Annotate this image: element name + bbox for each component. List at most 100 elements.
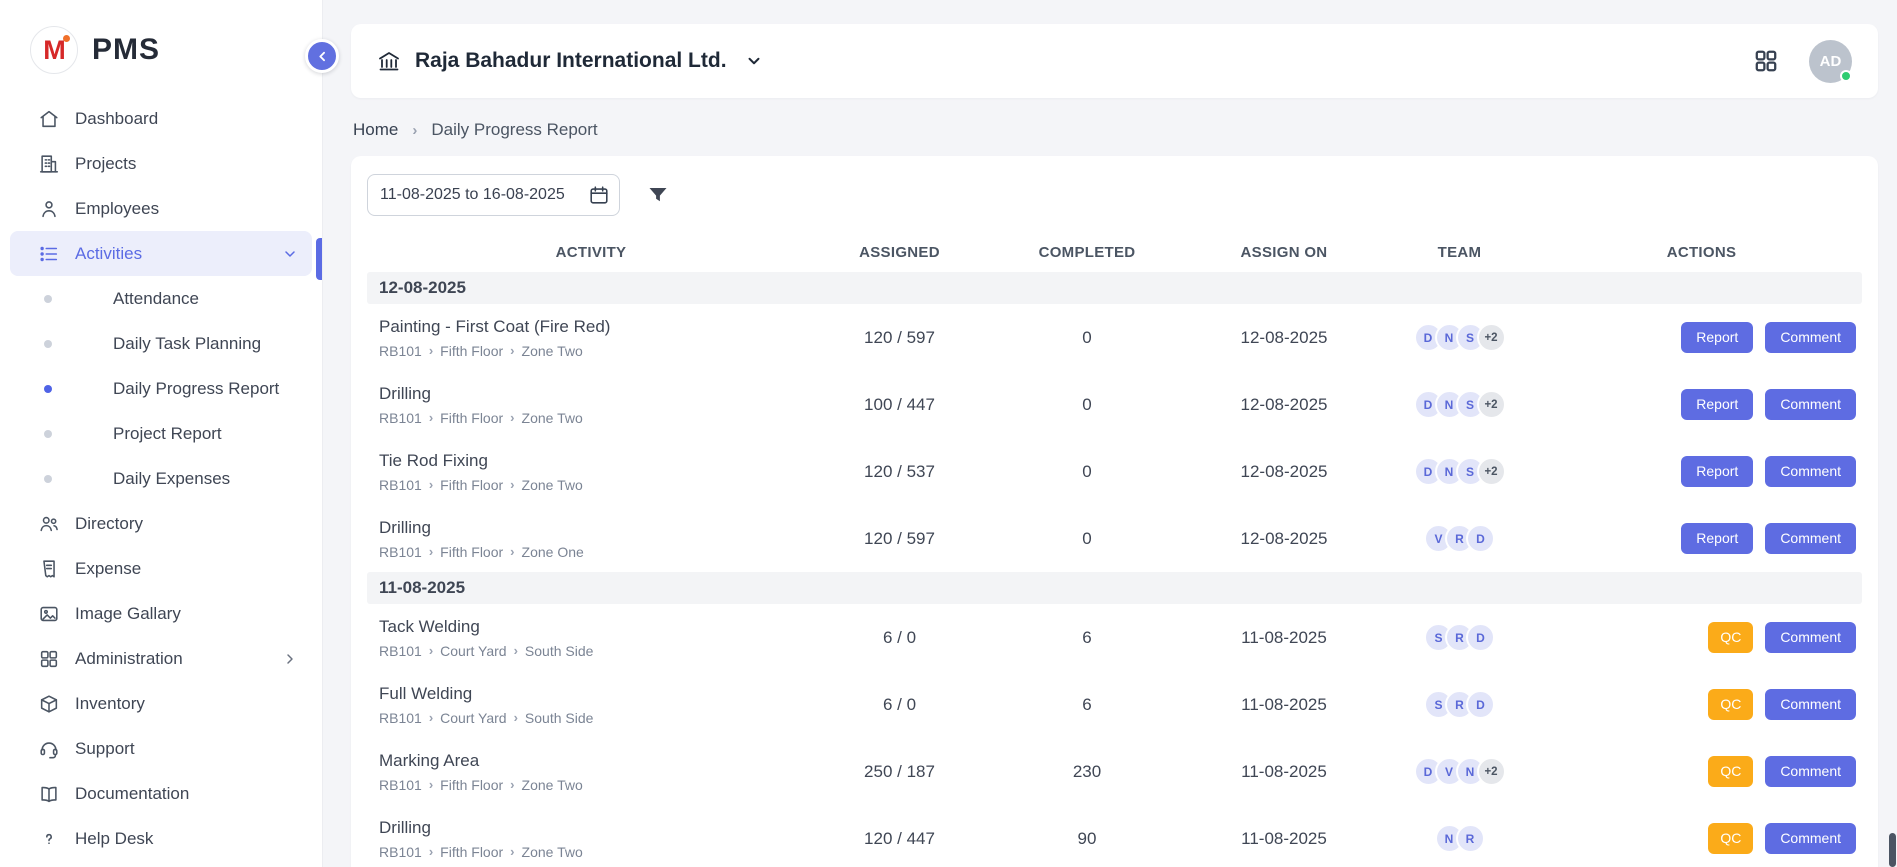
activity-title: Tie Rod Fixing	[379, 451, 815, 471]
sidebar-nav: Dashboard Projects Employees Activities …	[0, 96, 322, 861]
sidebar-item-administration[interactable]: Administration	[10, 636, 312, 681]
sidebar-collapse-button[interactable]	[305, 39, 339, 73]
comment-button[interactable]: Comment	[1765, 823, 1856, 854]
actions-cell: QC Comment	[1541, 622, 1862, 653]
actions-cell: QC Comment	[1541, 689, 1862, 720]
user-avatar[interactable]: AD	[1809, 40, 1852, 83]
date-group-header: 11-08-2025	[367, 572, 1862, 604]
calendar-icon[interactable]	[588, 184, 610, 206]
path-segment: Fifth Floor	[440, 844, 503, 860]
activity-path: RB101›Fifth Floor›Zone One	[379, 544, 815, 560]
sidebar-subitem-attendance[interactable]: Attendance	[10, 276, 312, 321]
actions-cell: Report Comment	[1541, 322, 1862, 353]
avatar-initials: AD	[1820, 53, 1842, 70]
path-segment: Zone One	[522, 544, 584, 560]
qc-button[interactable]: QC	[1708, 689, 1753, 720]
team-avatar[interactable]: D	[1466, 524, 1495, 553]
group-date: 12-08-2025	[379, 278, 466, 298]
chevron-down-icon	[282, 246, 298, 262]
activity-title: Drilling	[379, 518, 815, 538]
online-status-dot	[1840, 70, 1852, 82]
column-header-activity: ACTIVITY	[367, 244, 815, 261]
sidebar-item-support[interactable]: Support	[10, 726, 312, 771]
report-button[interactable]: Report	[1681, 523, 1753, 554]
team-cell: DNS+2	[1378, 323, 1541, 352]
sidebar-item-documentation[interactable]: Documentation	[10, 771, 312, 816]
report-button[interactable]: Report	[1681, 322, 1753, 353]
team-extra-badge[interactable]: +2	[1477, 757, 1506, 786]
path-segment: RB101	[379, 410, 422, 426]
team-extra-badge[interactable]: +2	[1477, 457, 1506, 486]
date-range-input[interactable]	[367, 174, 620, 216]
team-avatars: DVN+2	[1378, 757, 1541, 786]
activity-path: RB101›Fifth Floor›Zone Two	[379, 410, 815, 426]
path-chevron-icon: ›	[514, 711, 518, 724]
sidebar-item-image-gallery[interactable]: Image Gallary	[10, 591, 312, 636]
scrollbar-thumb[interactable]	[1889, 833, 1896, 867]
comment-button[interactable]: Comment	[1765, 622, 1856, 653]
comment-button[interactable]: Comment	[1765, 322, 1856, 353]
receipt-icon	[38, 558, 60, 580]
sidebar-subitem-daily-progress-report[interactable]: Daily Progress Report	[10, 366, 312, 411]
breadcrumb-home-link[interactable]: Home	[353, 120, 398, 140]
sidebar-item-projects[interactable]: Projects	[10, 141, 312, 186]
comment-button[interactable]: Comment	[1765, 689, 1856, 720]
report-button[interactable]: Report	[1681, 389, 1753, 420]
column-header-assigned: ASSIGNED	[815, 244, 984, 261]
sidebar-subitem-label: Daily Progress Report	[113, 379, 279, 399]
report-button[interactable]: Report	[1681, 456, 1753, 487]
bullet-icon	[44, 295, 52, 303]
path-segment: Zone Two	[522, 477, 583, 493]
activity-cell: Full Welding RB101›Court Yard›South Side	[367, 684, 815, 726]
qc-button[interactable]: QC	[1708, 756, 1753, 787]
qc-button[interactable]: QC	[1708, 823, 1753, 854]
column-header-assign-on: ASSIGN ON	[1190, 244, 1378, 261]
team-cell: VRD	[1378, 524, 1541, 553]
assign-on-value: 12-08-2025	[1190, 462, 1378, 482]
comment-button[interactable]: Comment	[1765, 456, 1856, 487]
filter-funnel-icon[interactable]	[646, 183, 670, 207]
activity-title: Painting - First Coat (Fire Red)	[379, 317, 815, 337]
sidebar-item-label: Expense	[75, 559, 298, 579]
team-avatar[interactable]: D	[1466, 623, 1495, 652]
assigned-value: 120 / 597	[815, 328, 984, 348]
qc-button[interactable]: QC	[1708, 622, 1753, 653]
sidebar-subitem-daily-expenses[interactable]: Daily Expenses	[10, 456, 312, 501]
activity-title: Full Welding	[379, 684, 815, 704]
actions-cell: QC Comment	[1541, 823, 1862, 854]
path-chevron-icon: ›	[429, 778, 433, 791]
sidebar-item-label: Inventory	[75, 694, 298, 714]
sidebar-item-directory[interactable]: Directory	[10, 501, 312, 546]
sidebar-item-inventory[interactable]: Inventory	[10, 681, 312, 726]
path-chevron-icon: ›	[510, 411, 514, 424]
comment-button[interactable]: Comment	[1765, 389, 1856, 420]
assign-on-value: 11-08-2025	[1190, 628, 1378, 648]
path-segment: RB101	[379, 643, 422, 659]
team-extra-badge[interactable]: +2	[1477, 390, 1506, 419]
sidebar: M PMS Dashboard Projects Employees Activ…	[0, 0, 323, 867]
sidebar-item-label: Documentation	[75, 784, 298, 804]
completed-value: 0	[984, 395, 1190, 415]
activity-path: RB101›Court Yard›South Side	[379, 710, 815, 726]
logo-icon: M	[30, 26, 78, 74]
sidebar-item-dashboard[interactable]: Dashboard	[10, 96, 312, 141]
app-logo[interactable]: M PMS	[0, 0, 322, 96]
sidebar-item-label: Activities	[75, 244, 267, 264]
sidebar-item-activities[interactable]: Activities	[10, 231, 312, 276]
company-selector[interactable]: Raja Bahadur International Ltd.	[377, 49, 763, 73]
sidebar-item-help-desk[interactable]: Help Desk	[10, 816, 312, 861]
apps-grid-icon[interactable]	[1753, 48, 1779, 74]
sidebar-subitem-project-report[interactable]: Project Report	[10, 411, 312, 456]
table-row: Drilling RB101›Fifth Floor›Zone One 120 …	[367, 505, 1862, 572]
comment-button[interactable]: Comment	[1765, 523, 1856, 554]
team-avatar[interactable]: R	[1456, 824, 1485, 853]
path-segment: South Side	[525, 643, 594, 659]
bullet-icon	[44, 385, 52, 393]
team-avatars: SRD	[1378, 623, 1541, 652]
comment-button[interactable]: Comment	[1765, 756, 1856, 787]
sidebar-item-employees[interactable]: Employees	[10, 186, 312, 231]
team-extra-badge[interactable]: +2	[1477, 323, 1506, 352]
team-avatar[interactable]: D	[1466, 690, 1495, 719]
sidebar-item-expense[interactable]: Expense	[10, 546, 312, 591]
sidebar-subitem-daily-task-planning[interactable]: Daily Task Planning	[10, 321, 312, 366]
